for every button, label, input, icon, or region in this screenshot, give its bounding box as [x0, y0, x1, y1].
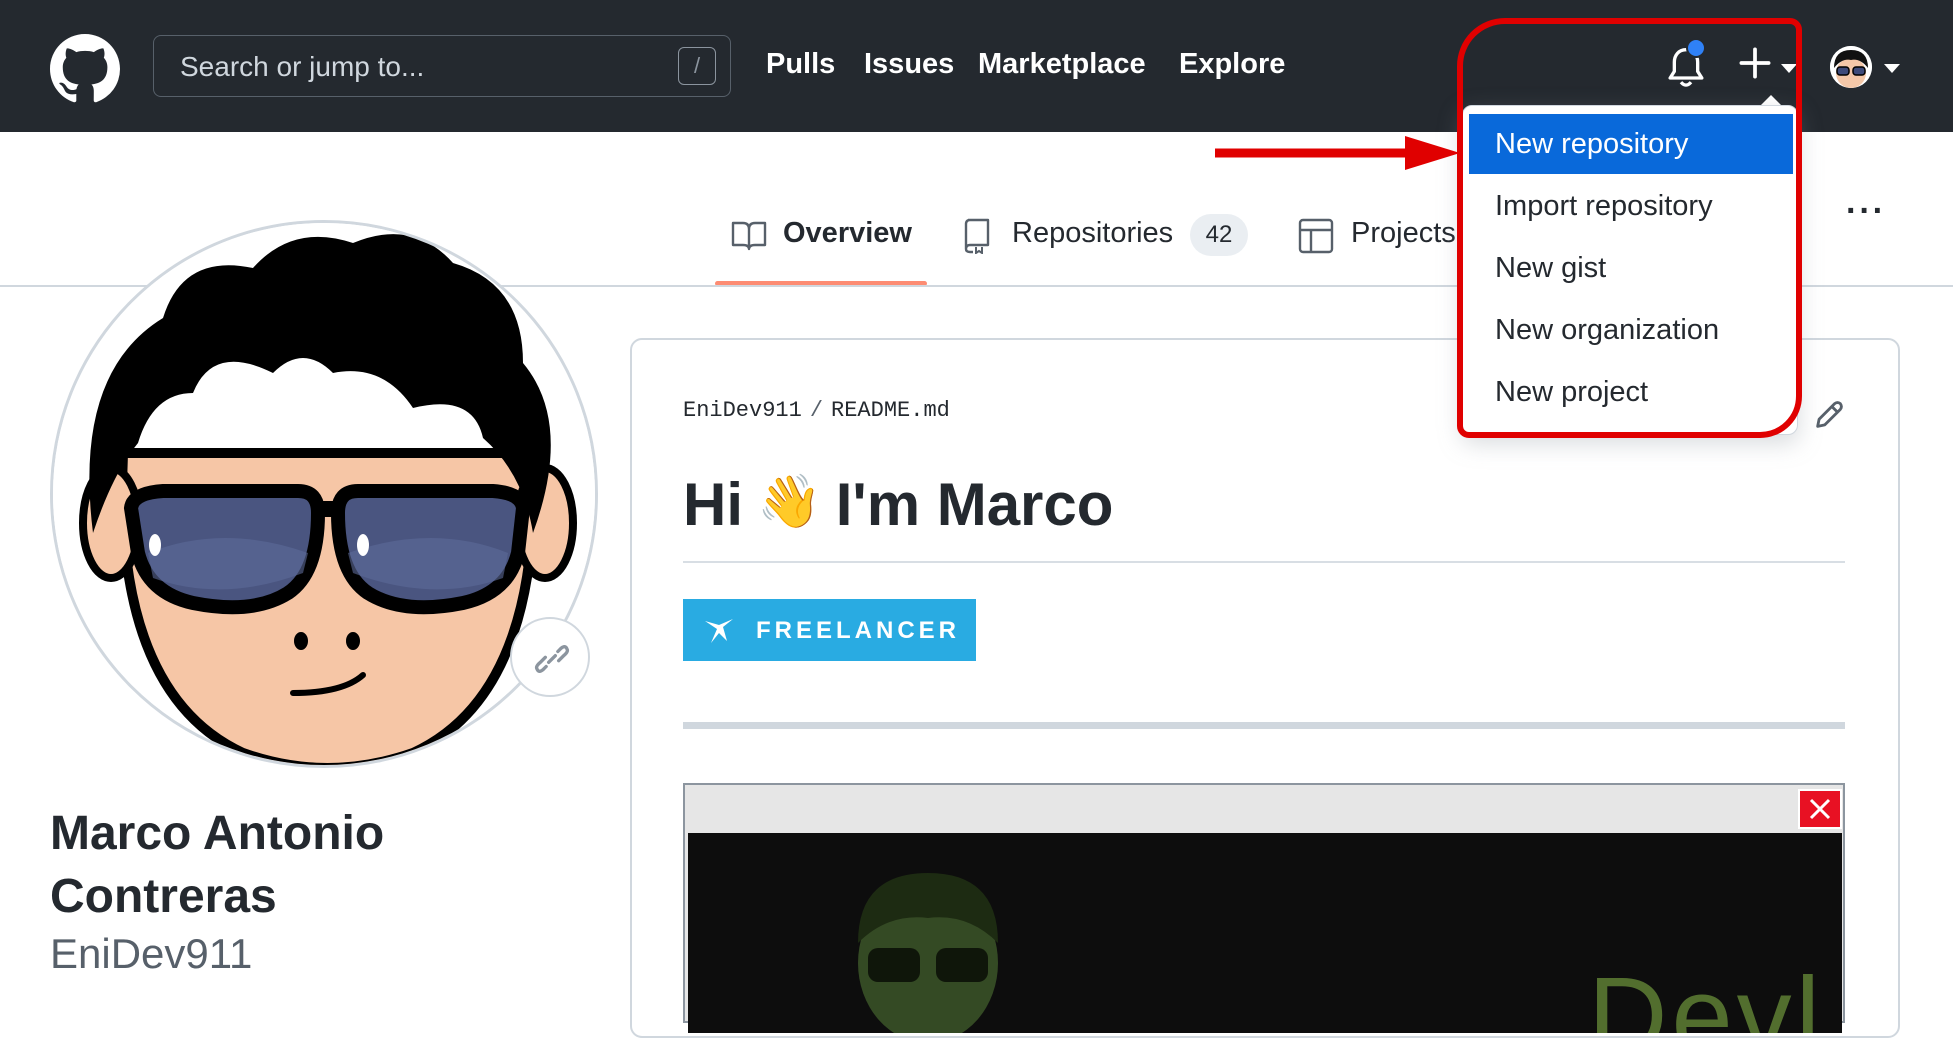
tab-overview-label: Overview: [783, 217, 912, 249]
repositories-count-badge: 42: [1190, 214, 1248, 256]
nav-marketplace[interactable]: Marketplace: [978, 48, 1146, 81]
banner-close-button[interactable]: [1798, 789, 1842, 829]
repo-icon: [964, 218, 990, 254]
readme-path-separator: /: [809, 398, 824, 423]
fiverr-icon: [705, 619, 733, 643]
table-icon: [1298, 218, 1334, 254]
github-logo-icon[interactable]: [50, 34, 120, 104]
freelancer-badge[interactable]: FREELANCER: [683, 599, 976, 661]
link-icon: [534, 645, 570, 673]
banner-text: Devl: [1588, 955, 1825, 1033]
book-icon: [731, 221, 767, 251]
readme-breadcrumb: EniDev911 / README.md: [683, 398, 950, 423]
search-shortcut-key: /: [678, 47, 716, 85]
readme-owner-link[interactable]: EniDev911: [683, 398, 802, 423]
tab-projects-label: Projects: [1351, 217, 1456, 249]
readme-banner-image: Devl: [683, 783, 1845, 1033]
profile-full-name: Marco Antonio Contreras: [50, 807, 385, 923]
profile-avatar[interactable]: [50, 220, 598, 768]
header-avatar[interactable]: [1830, 46, 1872, 88]
profile-username: EniDev911: [50, 930, 253, 977]
heading-divider: [683, 561, 1845, 563]
annotation-highlight-box: [1457, 18, 1802, 438]
pencil-icon[interactable]: [1812, 398, 1846, 432]
banner-dark-area: Devl: [688, 833, 1842, 1033]
annotation-arrow-icon: [1215, 136, 1460, 170]
search-placeholder: Search or jump to...: [180, 51, 425, 82]
avatar-caret-icon[interactable]: [1884, 64, 1900, 73]
nav-issues[interactable]: Issues: [864, 48, 954, 81]
nav-explore[interactable]: Explore: [1179, 48, 1285, 81]
banner-avatar-silhouette: [858, 873, 998, 1033]
nav-pulls[interactable]: Pulls: [766, 48, 835, 81]
avatar-link-button[interactable]: [510, 617, 590, 697]
readme-heading-hi: Hi: [683, 471, 743, 538]
readme-heading-name: I'm Marco: [835, 471, 1114, 538]
close-icon: [1809, 798, 1831, 820]
wave-emoji: 👋: [757, 473, 822, 531]
horizontal-rule: [683, 722, 1845, 729]
readme-heading: Hi 👋 I'm Marco: [683, 470, 1113, 539]
tab-repositories-label: Repositories: [1012, 217, 1174, 249]
more-options-icon[interactable]: ···: [1846, 192, 1886, 231]
readme-file-name: README.md: [831, 398, 950, 423]
search-input[interactable]: Search or jump to... /: [153, 35, 731, 97]
freelancer-badge-label: FREELANCER: [756, 617, 961, 644]
